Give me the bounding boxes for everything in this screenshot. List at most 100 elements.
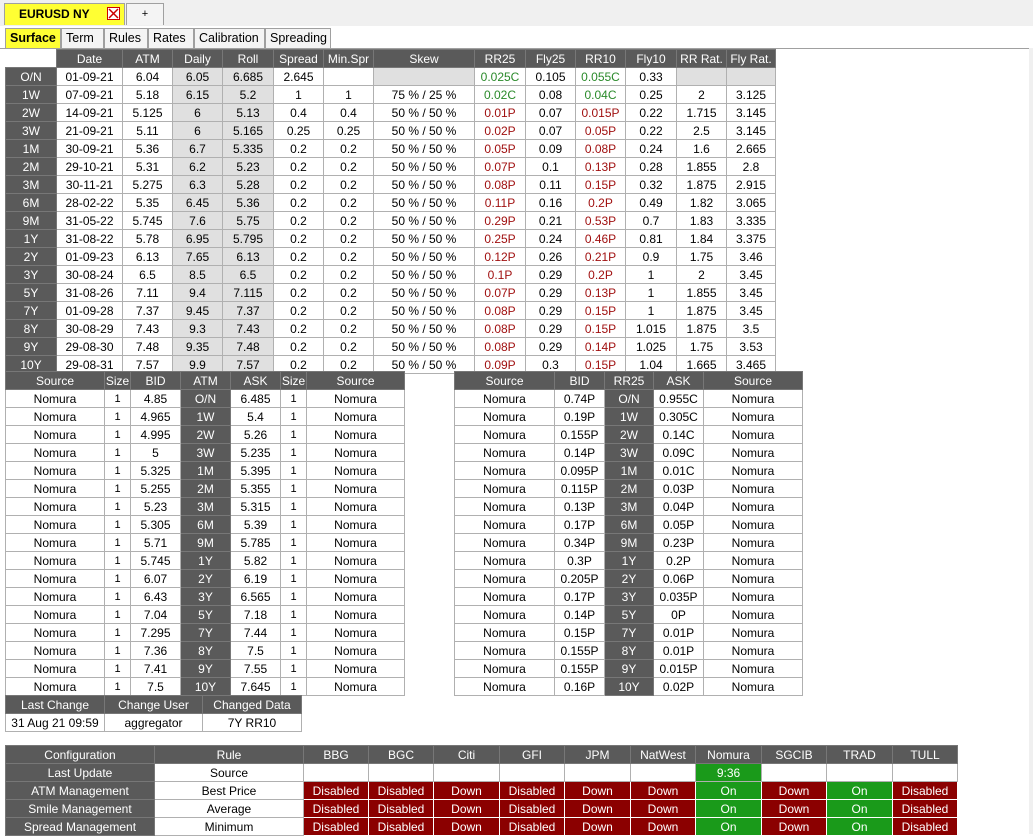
rr_quotes-cell-source[interactable]: Nomura bbox=[454, 407, 555, 426]
atm_quotes-cell-source[interactable]: Nomura bbox=[5, 497, 105, 516]
atm_quotes-cell-size[interactable]: 1 bbox=[104, 389, 131, 408]
atm_quotes-cell-size[interactable]: 1 bbox=[280, 461, 307, 480]
atm_quotes-cell-size[interactable]: 1 bbox=[104, 641, 131, 660]
rr_quotes-cell-bid[interactable]: 0.14P bbox=[554, 605, 605, 624]
rr_quotes-cell-ask[interactable]: 0.14C bbox=[653, 425, 704, 444]
rr_quotes-cell-ask[interactable]: 0P bbox=[653, 605, 704, 624]
rr_quotes-cell-source[interactable]: Nomura bbox=[703, 605, 803, 624]
rr_quotes-cell-source[interactable]: Nomura bbox=[703, 497, 803, 516]
rr_quotes-cell-source[interactable]: Nomura bbox=[703, 461, 803, 480]
atm_quotes-cell-ask[interactable]: 7.5 bbox=[230, 641, 281, 660]
surface-cell-rr10[interactable]: 0.14P bbox=[575, 337, 626, 356]
atm_quotes-cell-source[interactable]: Nomura bbox=[5, 677, 105, 696]
rr_quotes-cell-source[interactable]: Nomura bbox=[703, 407, 803, 426]
rr_quotes-cell-bid[interactable]: 0.155P bbox=[554, 641, 605, 660]
surface-cell-atm[interactable]: 7.43 bbox=[122, 319, 173, 338]
rr_quotes-cell-source[interactable]: Nomura bbox=[454, 677, 555, 696]
atm_quotes-cell-bid[interactable]: 5 bbox=[130, 443, 181, 462]
rr_quotes-cell-bid[interactable]: 0.15P bbox=[554, 623, 605, 642]
rr_quotes-cell-source[interactable]: Nomura bbox=[454, 551, 555, 570]
surface-cell-daily[interactable]: 9.4 bbox=[172, 283, 223, 302]
status-natwest[interactable]: Down bbox=[630, 817, 696, 836]
status-bbg[interactable]: Disabled bbox=[303, 799, 369, 818]
atm_quotes-cell-source[interactable]: Nomura bbox=[306, 605, 405, 624]
surface-cell-rrrat[interactable]: 1.855 bbox=[676, 157, 727, 176]
surface-header-spread[interactable]: Spread bbox=[273, 49, 324, 68]
surface-cell-rr25[interactable]: 0.025C bbox=[474, 67, 526, 86]
surface-cell-skew[interactable]: 50 % / 50 % bbox=[373, 175, 475, 194]
surface-cell-rr10[interactable]: 0.53P bbox=[575, 211, 626, 230]
surface-cell-atm[interactable]: 5.36 bbox=[122, 139, 173, 158]
atm_quotes-cell-bid[interactable]: 6.07 bbox=[130, 569, 181, 588]
surface-header-rr25[interactable]: RR25 bbox=[474, 49, 526, 68]
rr_quotes-cell-bid[interactable]: 0.13P bbox=[554, 497, 605, 516]
atm_quotes-cell-size[interactable]: 1 bbox=[104, 533, 131, 552]
surface-cell-minspr[interactable]: 0.2 bbox=[323, 265, 374, 284]
status-trad[interactable]: On bbox=[826, 781, 893, 800]
surface-cell-skew[interactable]: 50 % / 50 % bbox=[373, 283, 475, 302]
rr_quotes-cell-source[interactable]: Nomura bbox=[454, 479, 555, 498]
surface-cell-roll[interactable]: 7.43 bbox=[222, 319, 274, 338]
status-jpm[interactable]: Down bbox=[564, 817, 631, 836]
surface-cell-roll[interactable]: 7.48 bbox=[222, 337, 274, 356]
surface-cell-minspr[interactable]: 0.2 bbox=[323, 211, 374, 230]
config-rule-select[interactable]: Best Price bbox=[154, 781, 304, 800]
atm_quotes-cell-source[interactable]: Nomura bbox=[5, 443, 105, 462]
surface-cell-rr10[interactable]: 0.21P bbox=[575, 247, 626, 266]
atm_quotes-cell-bid[interactable]: 5.255 bbox=[130, 479, 181, 498]
surface-cell-minspr[interactable]: 0.25 bbox=[323, 121, 374, 140]
atm_quotes-cell-source[interactable]: Nomura bbox=[5, 605, 105, 624]
surface-cell-atm[interactable]: 6.13 bbox=[122, 247, 173, 266]
surface-cell-flyrat[interactable]: 3.53 bbox=[726, 337, 776, 356]
status-tull[interactable]: Disabled bbox=[892, 799, 958, 818]
atm_quotes-cell-ask[interactable]: 5.26 bbox=[230, 425, 281, 444]
tab-rules[interactable]: Rules bbox=[104, 28, 148, 48]
atm_quotes-cell-source[interactable]: Nomura bbox=[5, 569, 105, 588]
surface-cell-rr25[interactable]: 0.08P bbox=[474, 175, 526, 194]
surface-cell-fly25[interactable]: 0.08 bbox=[525, 85, 576, 104]
surface-cell-fly25[interactable]: 0.105 bbox=[525, 67, 576, 86]
status-citi[interactable]: Down bbox=[433, 781, 500, 800]
surface-cell-atm[interactable]: 5.745 bbox=[122, 211, 173, 230]
rr_quotes-cell-ask[interactable]: 0.2P bbox=[653, 551, 704, 570]
rr_quotes-cell-source[interactable]: Nomura bbox=[454, 659, 555, 678]
surface-cell-atm[interactable]: 5.35 bbox=[122, 193, 173, 212]
rr_quotes-cell-bid[interactable]: 0.19P bbox=[554, 407, 605, 426]
surface-cell-spread[interactable]: 0.2 bbox=[273, 247, 324, 266]
atm_quotes-cell-bid[interactable]: 7.04 bbox=[130, 605, 181, 624]
status-nomura[interactable]: On bbox=[695, 781, 762, 800]
rr_quotes-cell-source[interactable]: Nomura bbox=[454, 587, 555, 606]
surface-cell-date[interactable]: 31-08-26 bbox=[56, 283, 123, 302]
surface-cell-daily[interactable]: 9.45 bbox=[172, 301, 223, 320]
atm_quotes-cell-source[interactable]: Nomura bbox=[306, 461, 405, 480]
surface-cell-minspr[interactable]: 0.2 bbox=[323, 319, 374, 338]
surface-cell-date[interactable]: 07-09-21 bbox=[56, 85, 123, 104]
atm_quotes-cell-size[interactable]: 1 bbox=[280, 515, 307, 534]
surface-cell-atm[interactable]: 5.11 bbox=[122, 121, 173, 140]
rr_quotes-cell-ask[interactable]: 0.23P bbox=[653, 533, 704, 552]
rr_quotes-cell-source[interactable]: Nomura bbox=[454, 389, 555, 408]
atm_quotes-cell-source[interactable]: Nomura bbox=[306, 677, 405, 696]
atm_quotes-cell-ask[interactable]: 5.39 bbox=[230, 515, 281, 534]
surface-cell-fly10[interactable]: 0.22 bbox=[625, 121, 677, 140]
atm_quotes-cell-size[interactable]: 1 bbox=[104, 605, 131, 624]
surface-cell-rrrat[interactable]: 1.83 bbox=[676, 211, 727, 230]
surface-cell-minspr[interactable]: 1 bbox=[323, 85, 374, 104]
surface-cell-rr25[interactable]: 0.02C bbox=[474, 85, 526, 104]
status-nomura[interactable]: On bbox=[695, 799, 762, 818]
atm_quotes-cell-size[interactable]: 1 bbox=[104, 497, 131, 516]
rr_quotes-cell-ask[interactable]: 0.05P bbox=[653, 515, 704, 534]
atm_quotes-cell-ask[interactable]: 5.235 bbox=[230, 443, 281, 462]
surface-cell-fly25[interactable]: 0.29 bbox=[525, 337, 576, 356]
config-rule-select[interactable]: Average bbox=[154, 799, 304, 818]
tab-spreading[interactable]: Spreading bbox=[265, 28, 331, 48]
atm_quotes-cell-size[interactable]: 1 bbox=[104, 425, 131, 444]
atm_quotes-cell-bid[interactable]: 5.71 bbox=[130, 533, 181, 552]
status-sgcib[interactable]: Down bbox=[761, 781, 827, 800]
surface-cell-spread[interactable]: 0.2 bbox=[273, 211, 324, 230]
surface-cell-minspr[interactable]: 0.2 bbox=[323, 229, 374, 248]
surface-cell-rr25[interactable]: 0.29P bbox=[474, 211, 526, 230]
surface-cell-rrrat[interactable]: 1.75 bbox=[676, 247, 727, 266]
atm_quotes-cell-size[interactable]: 1 bbox=[280, 443, 307, 462]
status-trad[interactable]: On bbox=[826, 799, 893, 818]
